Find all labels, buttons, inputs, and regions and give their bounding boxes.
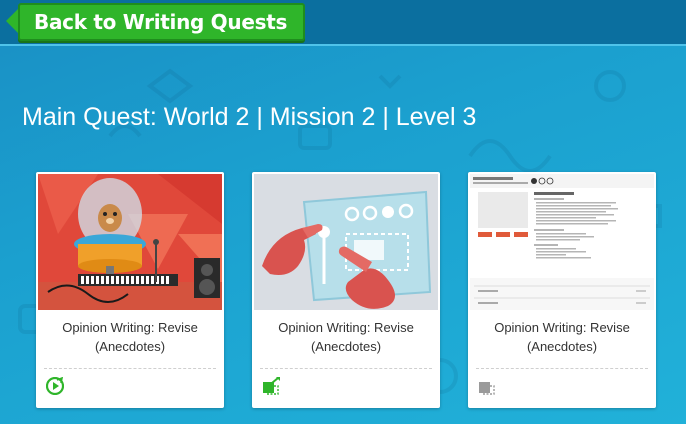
quest-card-2[interactable]: Opinion Writing: Revise (Anecdotes) bbox=[252, 172, 440, 408]
drag-drop-icon bbox=[263, 377, 280, 395]
card-title-line2: (Anecdotes) bbox=[310, 339, 382, 354]
card-title-line1: Opinion Writing: Revise bbox=[278, 320, 414, 335]
top-bar: Back to Writing Quests bbox=[0, 0, 686, 46]
quest-card-3[interactable]: Opinion Writing: Revise (Anecdotes) bbox=[468, 172, 656, 408]
quest-card-1[interactable]: Opinion Writing: Revise (Anecdotes) bbox=[36, 172, 224, 408]
card-title: Opinion Writing: Revise (Anecdotes) bbox=[44, 318, 216, 356]
page-title: Main Quest: World 2 | Mission 2 | Level … bbox=[22, 102, 477, 131]
play-icon bbox=[46, 377, 64, 395]
card-title: Opinion Writing: Revise (Anecdotes) bbox=[260, 318, 432, 356]
card-title: Opinion Writing: Revise (Anecdotes) bbox=[476, 318, 648, 356]
card-divider bbox=[476, 368, 648, 369]
card-title-line2: (Anecdotes) bbox=[526, 339, 598, 354]
card-title-line1: Opinion Writing: Revise bbox=[494, 320, 630, 335]
hands-control-panel-thumbnail bbox=[254, 174, 438, 310]
card-divider bbox=[260, 368, 432, 369]
card-title-line2: (Anecdotes) bbox=[94, 339, 166, 354]
back-to-writing-quests-button[interactable]: Back to Writing Quests bbox=[18, 3, 306, 41]
card-divider bbox=[44, 368, 216, 369]
lesson-document-thumbnail bbox=[470, 174, 654, 310]
drag-drop-icon bbox=[479, 382, 495, 395]
hamster-music-studio-thumbnail bbox=[38, 174, 222, 310]
card-title-line1: Opinion Writing: Revise bbox=[62, 320, 198, 335]
